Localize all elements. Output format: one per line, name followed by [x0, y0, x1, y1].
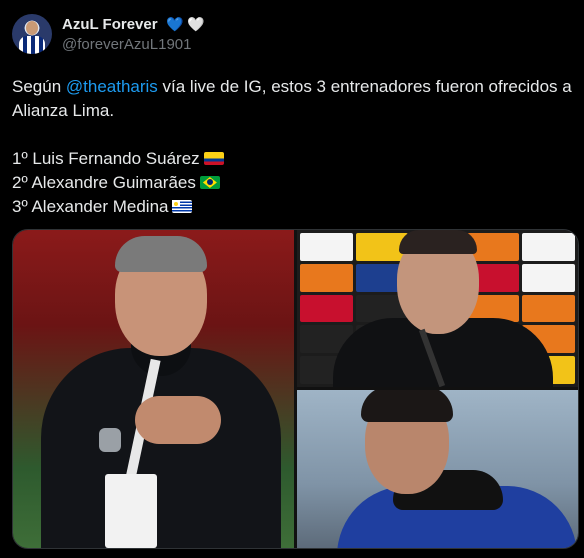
intro-prefix: Según	[12, 77, 66, 96]
avatar-jersey-shape	[19, 36, 45, 54]
coach-1: 1º Luis Fernando Suárez	[12, 149, 200, 168]
sponsor-board	[522, 233, 575, 261]
figure-hair	[361, 390, 453, 422]
sponsor-board	[300, 233, 353, 261]
figure-badge	[105, 474, 157, 548]
white-heart-icon: 🤍	[187, 16, 205, 32]
list-item: 3º Alexander Medina	[12, 195, 572, 219]
sponsor-board	[522, 294, 575, 323]
flag-uruguay-icon	[172, 200, 193, 213]
coach-3: 3º Alexander Medina	[12, 197, 169, 216]
figure-hair	[115, 236, 207, 272]
name-line[interactable]: AzuL Forever 💙 🤍	[62, 16, 205, 34]
figure-watch	[99, 428, 121, 452]
sponsor-board	[522, 263, 575, 292]
flag-brazil-icon	[199, 176, 220, 189]
tweet-header: AzuL Forever 💙 🤍 @foreverAzuL1901	[12, 14, 572, 58]
coach-2: 2º Alexandre Guimarães	[12, 173, 196, 192]
blue-heart-icon: 💙	[166, 16, 184, 32]
figure-hand	[135, 396, 221, 444]
sponsor-board	[300, 263, 353, 292]
avatar-head-shape	[26, 21, 38, 35]
mention-link[interactable]: @theatharis	[66, 77, 158, 96]
photo-alexander-medina[interactable]	[297, 390, 578, 548]
photo-luis-fernando-suarez[interactable]	[13, 230, 294, 548]
user-handle[interactable]: @foreverAzuL1901	[62, 36, 191, 53]
sponsor-board	[300, 294, 353, 323]
display-name[interactable]: AzuL Forever	[62, 16, 158, 33]
list-item: 2º Alexandre Guimarães	[12, 171, 572, 195]
avatar[interactable]	[12, 14, 52, 54]
name-emojis: 💙 🤍	[166, 16, 205, 32]
list-item: 1º Luis Fernando Suárez	[12, 147, 572, 171]
tweet-text: Según @theatharis vía live de IG, estos …	[12, 75, 572, 219]
photo-alexandre-guimaraes[interactable]	[297, 230, 578, 387]
figure-hair	[399, 230, 477, 254]
media-grid	[12, 229, 579, 549]
figure-body	[41, 348, 281, 548]
flag-colombia-icon	[203, 152, 224, 165]
tweet-intro: Según @theatharis vía live de IG, estos …	[12, 75, 572, 123]
